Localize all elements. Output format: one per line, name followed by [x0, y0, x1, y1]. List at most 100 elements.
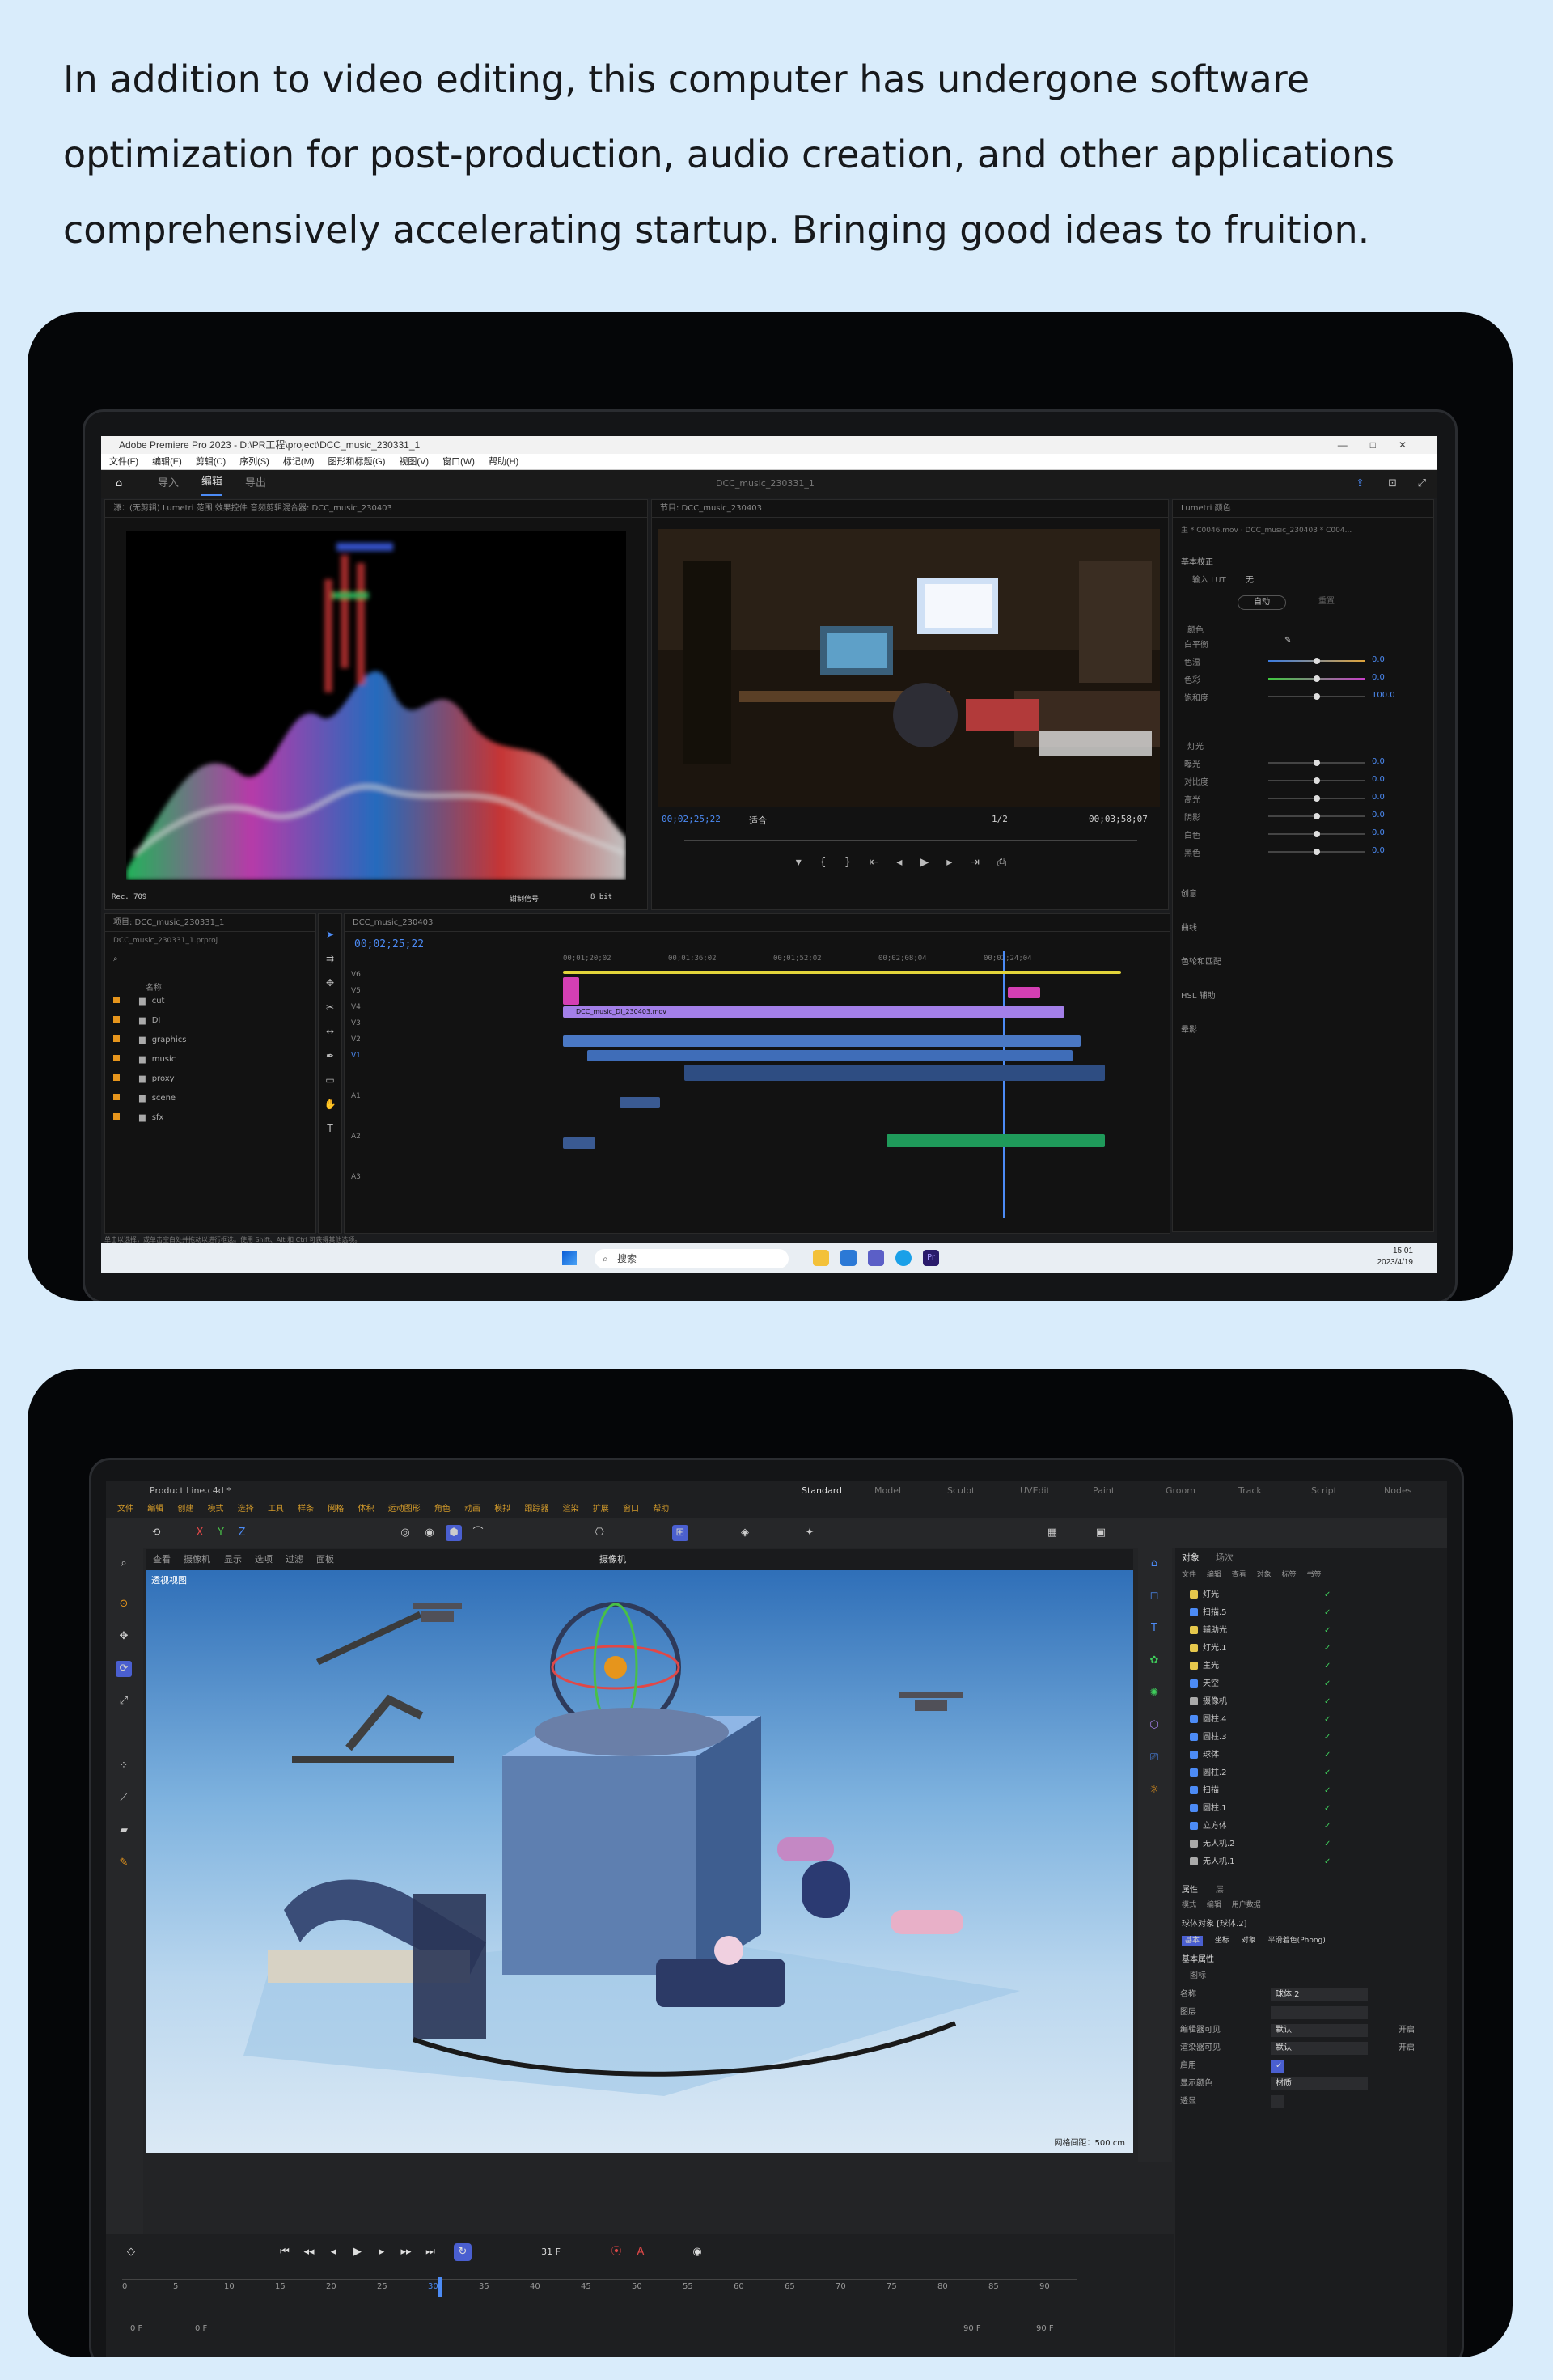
loop-icon[interactable]: ↻ [454, 2243, 472, 2261]
temperature-value[interactable]: 0.0 [1372, 655, 1385, 664]
mark-out-icon[interactable]: } [844, 856, 870, 869]
list-item[interactable]: 天空 ✓ [1180, 1675, 1439, 1693]
camera-icon[interactable]: ⎚ [1146, 1750, 1162, 1766]
tint-slider[interactable] [1268, 675, 1365, 682]
slider-knob[interactable] [1314, 777, 1320, 784]
input-lut-select[interactable]: 无 [1246, 573, 1254, 585]
source-panel-tabs[interactable]: 源：(无剪辑) Lumetri 范围 效果控件 音频剪辑混合器: DCC_mus… [105, 500, 647, 518]
timeline-tab[interactable]: DCC_music_230403 [345, 914, 1170, 932]
export-frame-icon[interactable]: ⎙ [997, 856, 1024, 869]
render-view-icon[interactable]: ◎ [397, 1525, 413, 1541]
layout-script[interactable]: Script [1311, 1481, 1337, 1501]
lumetri-curves-section[interactable]: 曲线 [1181, 921, 1197, 933]
go-to-start-icon[interactable]: ⏮ [276, 2243, 294, 2261]
axis-x-toggle[interactable]: X [192, 1525, 208, 1541]
list-item[interactable]: 灯光.1 ✓ [1180, 1640, 1439, 1658]
view-menu-filter[interactable]: 过滤 [286, 1549, 303, 1570]
menu-spline[interactable]: 样条 [298, 1505, 314, 1514]
objmgr-menu-view[interactable]: 查看 [1232, 1571, 1246, 1579]
spline-icon[interactable]: ⌒ [470, 1525, 486, 1541]
timeline-clip[interactable] [587, 1050, 1073, 1061]
fullscreen-icon[interactable]: ⤢ [1418, 470, 1426, 498]
contrast-slider[interactable] [1268, 777, 1365, 784]
audio-clip[interactable] [887, 1134, 1105, 1147]
menu-edit[interactable]: 编辑(E) [152, 457, 182, 467]
program-timecode-current[interactable]: 00;02;25;22 [662, 814, 721, 824]
go-to-in-icon[interactable]: ⇤ [870, 856, 897, 869]
record-icon[interactable]: ⦿ [607, 2243, 625, 2261]
attr-menu-edit[interactable]: 编辑 [1207, 1901, 1221, 1909]
objmgr-menu-object[interactable]: 对象 [1257, 1571, 1272, 1579]
type-tool-icon[interactable]: T [319, 1116, 341, 1141]
next-frame-icon[interactable]: ▸ [373, 2243, 391, 2261]
track-header-v2[interactable]: V2 [351, 1035, 361, 1044]
menu-mode[interactable]: 模式 [208, 1505, 224, 1514]
list-item[interactable]: ▆ music [113, 1055, 291, 1071]
track-header-v5[interactable]: V5 [351, 987, 361, 995]
scope-bit-depth[interactable]: 8 bit [590, 893, 612, 901]
attr-tab-basic[interactable]: 基本 [1182, 1936, 1204, 1946]
list-item[interactable]: ▆ cut [113, 997, 291, 1013]
rectangle-tool-icon[interactable]: ▭ [319, 1068, 341, 1092]
attr-tab-phong[interactable]: 平滑着色(Phong) [1268, 1937, 1326, 1945]
lumetri-color-section[interactable]: 颜色 [1187, 623, 1204, 635]
view-menu-display[interactable]: 显示 [224, 1549, 242, 1570]
lumetri-clip-path[interactable]: 主 * C0046.mov · DCC_music_230403 * C004.… [1181, 524, 1424, 535]
contrast-value[interactable]: 0.0 [1372, 775, 1385, 784]
whites-slider[interactable] [1268, 831, 1365, 837]
attr-icon-row[interactable]: 图标 [1190, 1968, 1206, 1980]
points-icon[interactable]: ⁘ [116, 1758, 132, 1774]
tab-layers[interactable]: 层 [1216, 1882, 1224, 1895]
view-menu-panel[interactable]: 面板 [316, 1549, 334, 1570]
slider-knob[interactable] [1314, 658, 1320, 664]
keyframe-selection-icon[interactable]: ◉ [688, 2243, 706, 2261]
attr-right-value[interactable]: 开启 [1399, 2039, 1415, 2057]
selection-tool-icon[interactable]: ➤ [319, 922, 341, 946]
program-fit-select[interactable]: 适合 [749, 814, 767, 827]
workspace-icon[interactable]: ⊡ [1388, 470, 1397, 498]
menu-graphics[interactable]: 图形和标题(G) [328, 457, 385, 467]
lumetri-basic-section[interactable]: 基本校正 [1181, 555, 1213, 567]
layer-field[interactable] [1271, 2006, 1368, 2019]
menu-sequence[interactable]: 序列(S) [239, 457, 269, 467]
attr-section-title[interactable]: 基本属性 [1182, 1952, 1214, 1964]
list-item[interactable]: ▆ scene [113, 1094, 291, 1110]
program-monitor-tab[interactable]: 节目: DCC_music_230403 [652, 500, 1168, 518]
lumetri-vignette-section[interactable]: 晕影 [1181, 1023, 1197, 1035]
ripple-tool-icon[interactable]: ✥ [319, 971, 341, 995]
attr-menu-mode[interactable]: 模式 [1182, 1901, 1196, 1909]
subdivide-icon[interactable]: ◈ [737, 1525, 753, 1541]
lumetri-hsl-section[interactable]: HSL 辅助 [1181, 989, 1216, 1001]
keyframe-icon[interactable]: ◇ [122, 2243, 140, 2261]
name-field[interactable]: 球体.2 [1271, 1988, 1368, 2001]
list-item[interactable]: 主光 ✓ [1180, 1658, 1439, 1675]
search-icon[interactable]: ⌕ [116, 1556, 132, 1572]
program-resolution-select[interactable]: 1/2 [992, 814, 1008, 824]
tint-value[interactable]: 0.0 [1372, 673, 1385, 682]
visibility-check[interactable]: ✓ [1324, 1658, 1331, 1675]
shadows-value[interactable]: 0.0 [1372, 811, 1385, 819]
layout-nodes[interactable]: Nodes [1384, 1481, 1411, 1501]
layout-paint[interactable]: Paint [1093, 1481, 1115, 1501]
edges-icon[interactable]: ⟋ [116, 1790, 132, 1806]
display-color-select[interactable]: 材质 [1271, 2077, 1368, 2090]
visibility-check[interactable]: ✓ [1324, 1675, 1331, 1693]
slider-knob[interactable] [1314, 760, 1320, 766]
timeline-clip[interactable] [620, 1097, 660, 1108]
layout-sculpt[interactable]: Sculpt [947, 1481, 975, 1501]
minimize-button[interactable]: — [1338, 439, 1370, 451]
blacks-value[interactable]: 0.0 [1372, 846, 1385, 855]
range-start-field[interactable]: 0 F [130, 2324, 142, 2333]
rotate-icon[interactable]: ⟳ [116, 1661, 132, 1677]
shadows-slider[interactable] [1268, 813, 1365, 819]
slider-knob[interactable] [1314, 693, 1320, 700]
tab-export[interactable]: 导出 [245, 470, 266, 498]
timeline-clip[interactable] [1008, 987, 1040, 998]
exposure-slider[interactable] [1268, 760, 1365, 766]
timeline-clip[interactable] [563, 977, 579, 1005]
enabled-checkbox[interactable]: ✓ [1271, 2060, 1284, 2073]
list-item[interactable]: 无人机.1 ✓ [1180, 1853, 1439, 1871]
light-icon[interactable]: ✦ [802, 1525, 818, 1541]
render-visible-select[interactable]: 默认 [1271, 2042, 1368, 2055]
home-icon[interactable]: ⌂ [116, 470, 122, 498]
